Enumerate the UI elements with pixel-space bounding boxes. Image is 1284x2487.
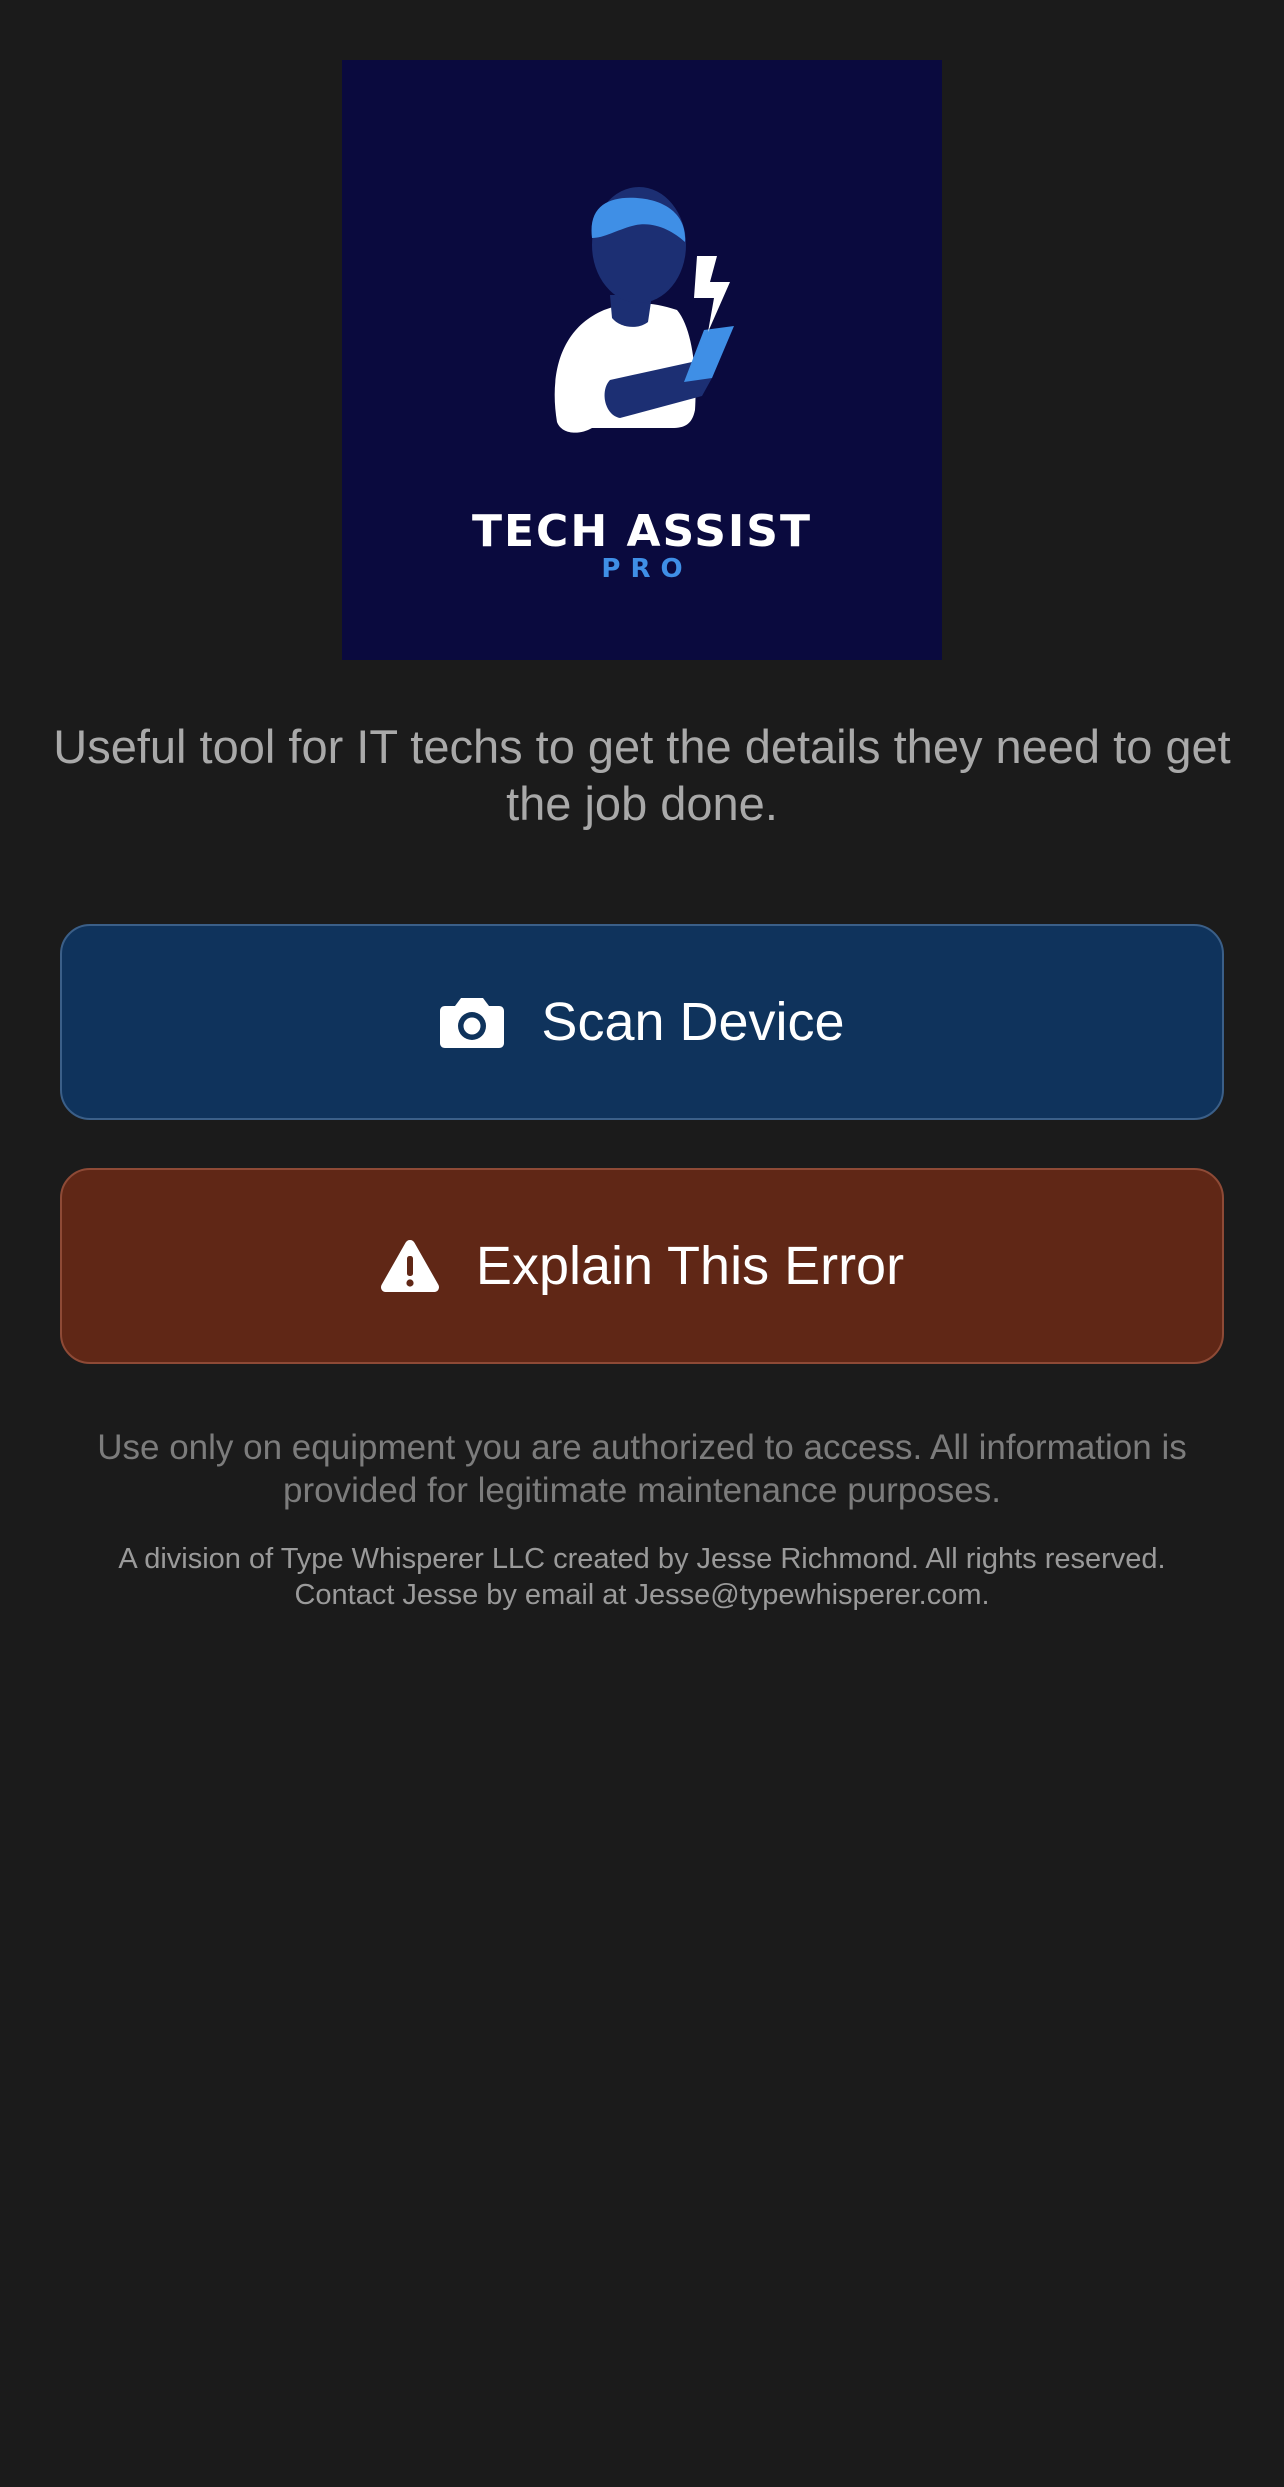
scan-device-button[interactable]: Scan Device — [60, 924, 1224, 1120]
logo-subtitle: PRO — [601, 554, 693, 584]
explain-error-button[interactable]: Explain This Error — [60, 1168, 1224, 1364]
camera-icon — [439, 995, 505, 1049]
home-screen: TECH ASSIST PRO Useful tool for IT techs… — [0, 0, 1284, 2487]
logo-title: TECH ASSIST — [471, 506, 813, 557]
scan-device-label: Scan Device — [541, 992, 845, 1052]
warning-icon — [380, 1239, 440, 1293]
disclaimer-text: Use only on equipment you are authorized… — [97, 1428, 1187, 1510]
tagline: Useful tool for IT techs to get the deta… — [53, 720, 1231, 830]
explain-error-label: Explain This Error — [475, 1236, 905, 1296]
app-logo: TECH ASSIST PRO — [342, 60, 942, 660]
footer-text: A division of Type Whisperer LLC created… — [118, 1543, 1166, 1611]
